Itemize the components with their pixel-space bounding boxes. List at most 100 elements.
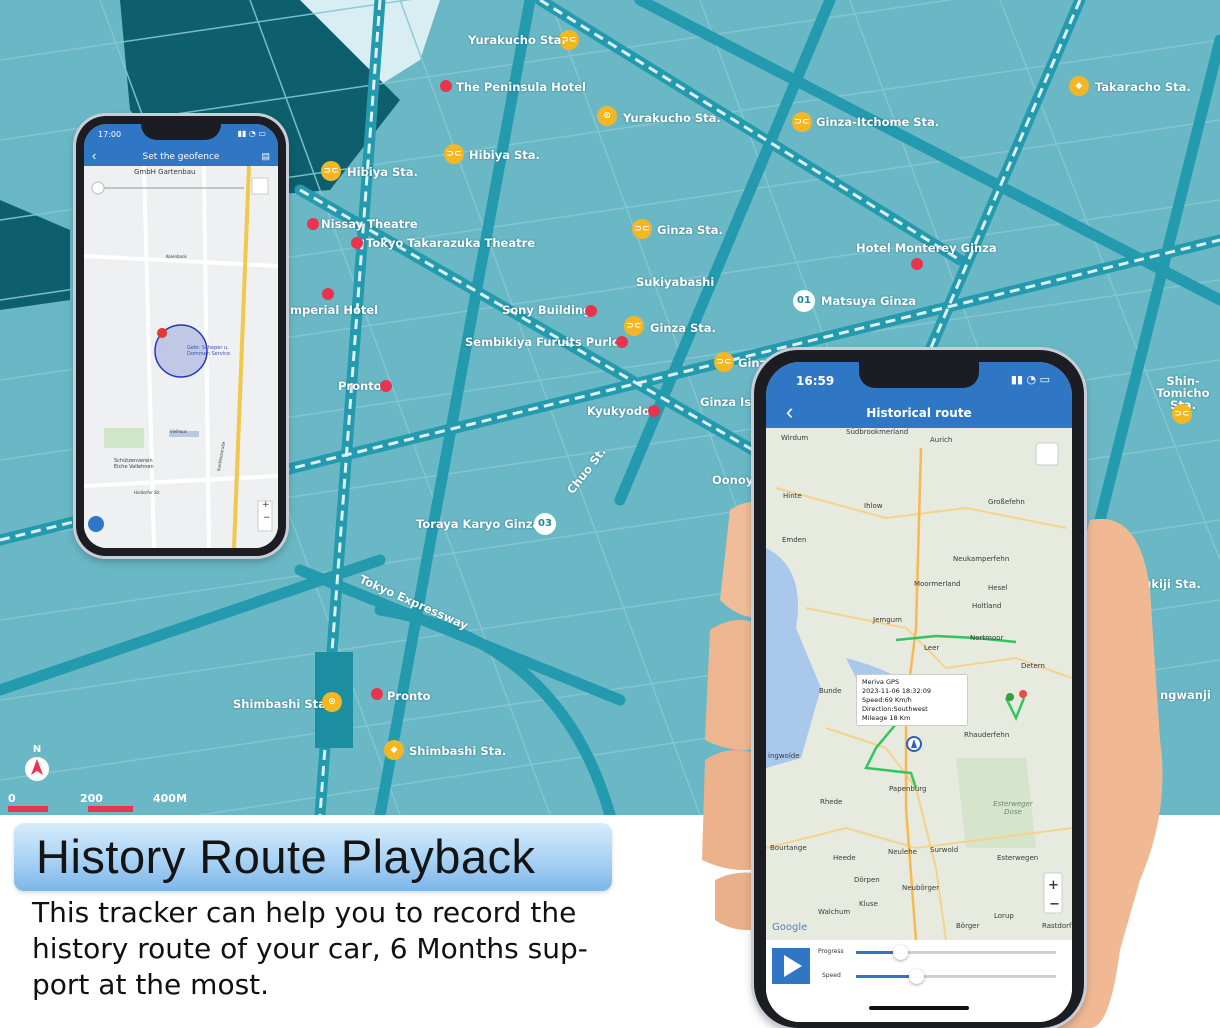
poi-dot (648, 405, 660, 417)
map-label: Neubörger (902, 884, 940, 892)
phone-history: 16:59 ▮▮ ◔ ▭ ‹ Historical route Wirdum S… (754, 350, 1084, 1028)
progress-thumb[interactable] (893, 945, 908, 960)
map-label-hibiya-2: Hibiya Sta. (347, 165, 418, 179)
popup-datetime: 2023-11-06 18:32:09 (862, 687, 932, 695)
map-label: Surwold (930, 846, 959, 854)
map-label-pronto-2: Pronto (387, 689, 431, 703)
station-icon: ⊃⊂ (1172, 404, 1192, 424)
poi-dot (307, 218, 319, 230)
station-icon: ⊙ (597, 106, 617, 126)
map-scale: 0 200 400M (8, 790, 188, 820)
map-label: Südbrookmerland (846, 428, 909, 436)
poi-dot (585, 305, 597, 317)
map-label: Hesel (988, 584, 1008, 592)
play-button[interactable] (772, 948, 810, 984)
map-label-sembikiya: Sembikiya Furuits Purlor (465, 335, 626, 349)
station-icon: ⊃⊂ (444, 144, 464, 164)
map-label: Rhauderfehn (964, 731, 1010, 739)
compass-icon: N (25, 744, 49, 781)
map-label: Emden (782, 536, 807, 544)
station-icon: ⊙ (322, 692, 342, 712)
poi-dot (322, 288, 334, 300)
map-label-ginza-1: Ginza Sta. (657, 223, 723, 237)
popup-mileage: Mileage 18 Km (862, 714, 911, 722)
station-icon: ⊃⊂ (624, 316, 644, 336)
map-label: Papenburg (889, 785, 927, 793)
station-icon: ◆ (1069, 76, 1089, 96)
map-label: Neukamperfehn (953, 555, 1010, 563)
map-label: Holdorfer Str. (134, 490, 161, 495)
map-label: Jemgum (873, 616, 902, 624)
map-label: Neulehe (888, 848, 917, 856)
map-label-ginza-iso: Ginza Iso (700, 395, 760, 409)
phone-screen: 16:59 ▮▮ ◔ ▭ ‹ Historical route Wirdum S… (766, 362, 1072, 1022)
screen-title: Set the geofence (142, 152, 220, 162)
map-label-sukiyabashi: Sukiyabashi (636, 275, 715, 289)
speed-label: Speed (822, 972, 841, 979)
popup-speed: Speed:69 Km/h (862, 696, 912, 704)
map-label: Vielhaus (170, 429, 187, 434)
map-label: Leer (924, 644, 940, 652)
map-label: Kluse (859, 900, 878, 908)
map-label-peninsula: The Peninsula Hotel (456, 80, 586, 94)
battery-icon: ▮▮ ◔ ▭ (1010, 373, 1050, 386)
map-label: Schützenverein Eiche Vallehnen (114, 458, 154, 470)
map-label-monterey: Hotel Monterey Ginza (856, 241, 997, 255)
map-label-yurakucho-2: Yurakucho Sta. (623, 111, 721, 125)
map-label: Esterwegen (997, 854, 1039, 862)
save-icon[interactable]: ▤ (261, 146, 270, 166)
description: This tracker can help you to record the … (32, 896, 588, 1001)
map-label: Hinte (783, 492, 802, 500)
progress-slider[interactable] (856, 945, 1056, 960)
map-label: Wirdum (781, 434, 809, 442)
poi-dot (380, 380, 392, 392)
station-icon: ⊃⊂ (632, 219, 652, 239)
scale-tick: 0 (8, 792, 16, 805)
map-label: Aurich (930, 436, 953, 444)
status-time: 17:00 (98, 130, 122, 139)
map-label: Lorup (994, 912, 1014, 920)
zoom-out-button[interactable]: − (1049, 897, 1060, 912)
map-label: Dörpen (854, 876, 880, 884)
map-label: Bunde (819, 687, 842, 695)
back-icon[interactable]: ‹ (92, 146, 96, 166)
map-label: Kolenbank (166, 254, 187, 259)
poi-dot (616, 336, 628, 348)
poi-dot (351, 237, 363, 249)
nav-bar: ‹ Set the geofence ▤ (84, 146, 278, 166)
phone-screen: 17:00 ▮▮ ◔ ▭ ‹ Set the geofence ▤ GmbH G… (84, 124, 278, 548)
speed-thumb[interactable] (909, 969, 924, 984)
compass-n: N (33, 744, 41, 755)
map-label: Rhede (820, 798, 843, 806)
map-label-yurakucho-1: Yurakucho Sta. (468, 33, 566, 47)
map-label: Moormerland (914, 580, 961, 588)
popup-device: Meriva GPS (862, 678, 900, 686)
station-icon: ⊃⊂ (792, 112, 812, 132)
map-label-matsuya: Matsuya Ginza (821, 294, 917, 308)
map-label-nissay: Nissay Theatre (321, 217, 418, 231)
map-label: Bourtange (770, 844, 807, 852)
geofence-map[interactable] (84, 166, 278, 548)
zoom-out-button[interactable]: − (263, 513, 271, 523)
playback-controls: Progress Speed (766, 940, 1072, 1022)
map-label: Holtland (972, 602, 1002, 610)
progress-label: Progress (818, 948, 844, 955)
google-logo: Google (772, 922, 808, 933)
speed-slider[interactable] (856, 969, 1056, 984)
map-label-hibiya-1: Hibiya Sta. (469, 148, 540, 162)
poi-dot (440, 80, 452, 92)
map-label: GmbH Gartenbau (134, 168, 196, 176)
map-label-kyukyodo: Kyukyodo (587, 404, 651, 418)
nav-bar: ‹ Historical route (766, 398, 1072, 428)
home-indicator (869, 1006, 969, 1010)
scale-tick: 400M (153, 792, 187, 805)
map-label-ginza-itchome: Ginza-Itchome Sta. (816, 115, 940, 129)
map-label-takaracho: Takaracho Sta. (1095, 80, 1191, 94)
popup-direction: Direction:Southwest (862, 705, 928, 713)
zoom-in-button[interactable]: + (1048, 878, 1059, 893)
headline: History Route Playback (36, 830, 536, 883)
map-label: Detern (1021, 662, 1045, 670)
zoom-in-button[interactable]: + (262, 500, 270, 510)
poi-dot (911, 258, 923, 270)
map-label: Heede (833, 854, 856, 862)
